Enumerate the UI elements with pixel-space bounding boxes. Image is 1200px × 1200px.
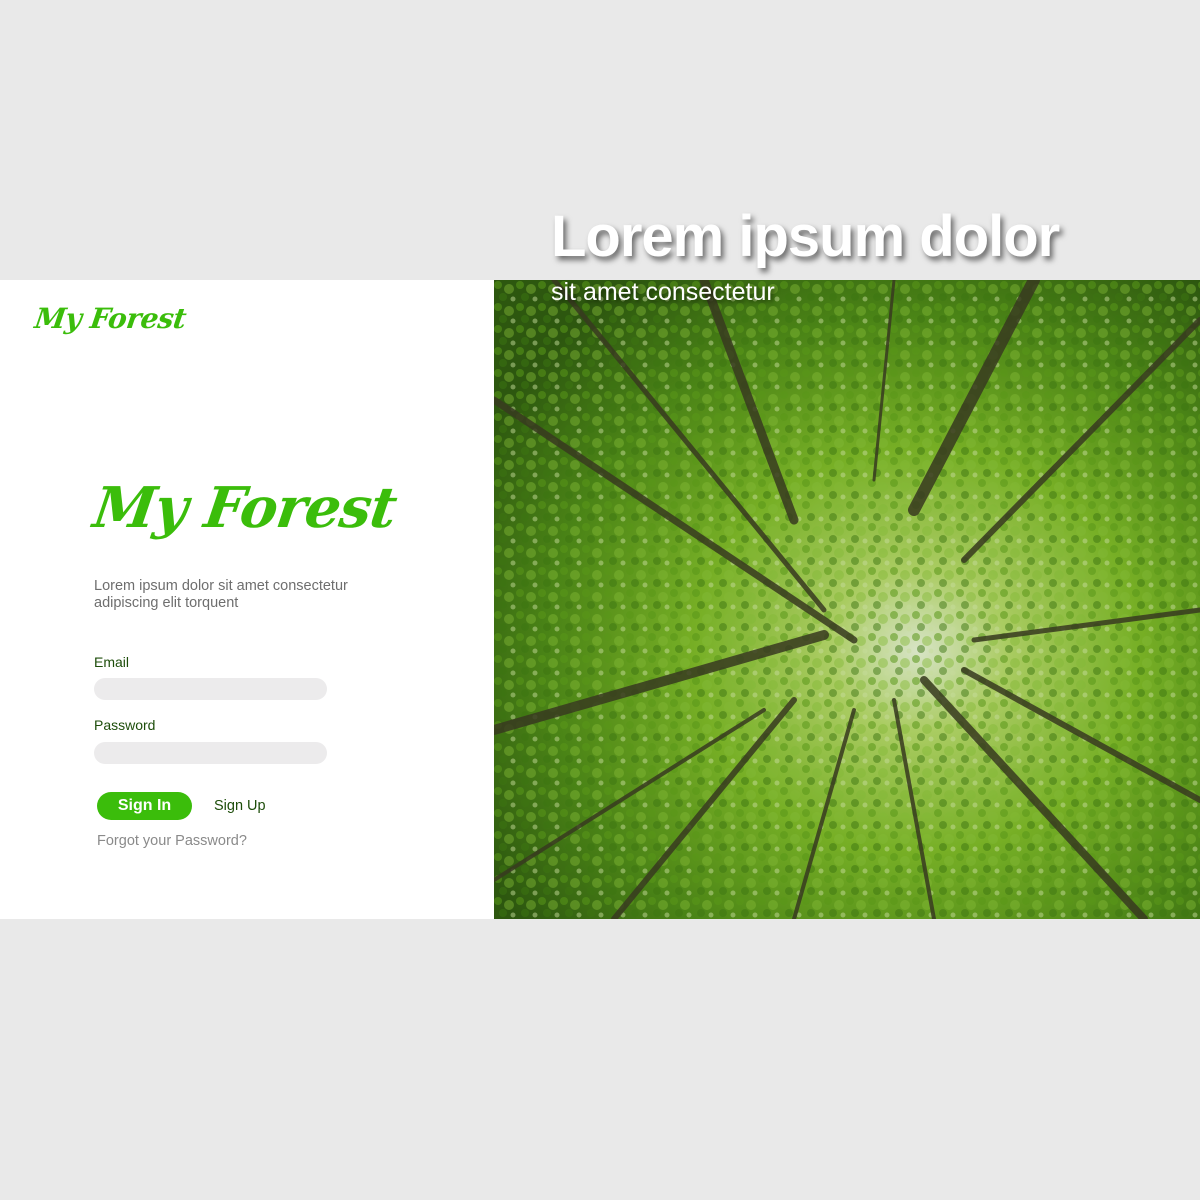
main-logo: My Forest (89, 475, 401, 541)
forgot-password-link[interactable]: Forgot your Password? (97, 833, 247, 849)
tagline: Lorem ipsum dolor sit amet consectetur a… (94, 578, 348, 611)
hero-subtitle: sit amet consectetur (551, 278, 775, 306)
sign-in-button[interactable]: Sign In (97, 792, 192, 820)
email-label: Email (94, 654, 130, 670)
sign-up-link[interactable]: Sign Up (214, 798, 266, 814)
password-label: Password (94, 717, 156, 733)
login-panel: My Forest My Forest Lorem ipsum dolor si… (0, 280, 494, 919)
header-logo[interactable]: My Forest (33, 302, 188, 335)
hero-panel (494, 280, 1200, 919)
hero-title: Lorem ipsum dolor (551, 204, 1060, 269)
forest-canopy-image (494, 280, 1200, 919)
email-field[interactable] (94, 678, 327, 700)
password-field[interactable] (94, 742, 327, 764)
login-screen: My Forest My Forest Lorem ipsum dolor si… (0, 280, 1200, 919)
